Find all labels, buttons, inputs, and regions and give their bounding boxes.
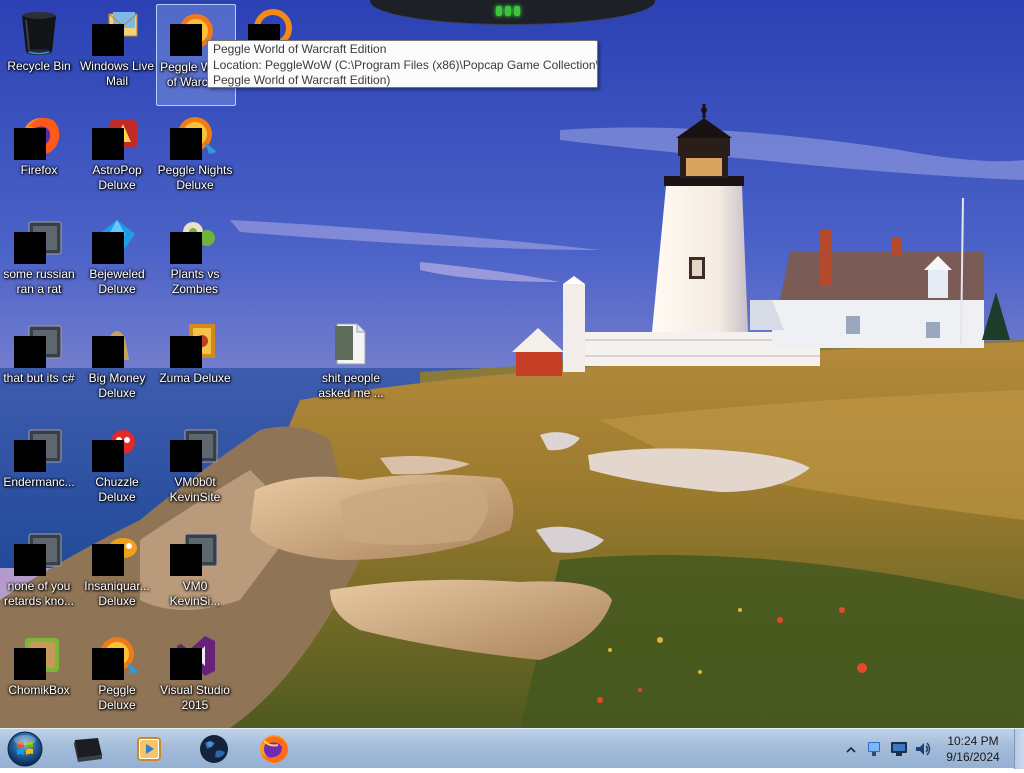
file-icon [327,320,375,368]
redaction-box [92,232,124,264]
desktop-icon-label: ChomikBox [8,683,70,697]
gadget-indicator-lights [496,6,530,16]
desktop-icon-label: Plants vs Zombies [170,267,220,296]
network-icon[interactable] [866,740,882,763]
taskbar-console-app[interactable] [62,731,114,767]
redaction-box [92,544,124,576]
desktop-icon-that-but-csharp[interactable]: that but its c# [0,316,78,416]
desktop-icon-russian-rat[interactable]: some russian ran a rat [0,212,78,312]
desktop-icon-label: Visual Studio 2015 [160,683,230,712]
desktop-icon-visual-studio[interactable]: Visual Studio 2015 [156,628,234,728]
desktop-icon-chuzzle[interactable]: Chuzzle Deluxe [78,420,156,520]
desktop-icon-label: none of you retards kno... [3,579,75,608]
tooltip-title: Peggle World of Warcraft Edition [213,42,387,56]
firefox-icon [260,735,288,763]
desktop-icon-label: VM0b0t KevinSite [169,475,221,504]
volume-icon[interactable] [914,740,932,763]
redaction-box [14,440,46,472]
desktop-icon-label: Peggle Nights Deluxe [157,163,233,192]
desktop-icon-label: Big Money Deluxe [88,371,146,400]
desktop-icon-label: AstroPop Deluxe [92,163,142,192]
desktop-icon-label: Endermanc... [3,475,75,489]
desktop-icon-none-of-you[interactable]: none of you retards kno... [0,524,78,624]
desktop-icon-label: that but its c# [3,371,75,385]
redaction-box [170,544,202,576]
desktop-icon-plants-vs-zombies[interactable]: Plants vs Zombies [156,212,234,312]
desktop-icon-label: Bejeweled Deluxe [89,267,145,296]
taskbar-clock[interactable]: 10:24 PM 9/16/2024 [934,733,1012,765]
redaction-box [170,336,202,368]
taskbar: 10:24 PM 9/16/2024 [0,728,1024,769]
redaction-box [170,440,202,472]
redaction-box [92,128,124,160]
redaction-box [14,544,46,576]
desktop-icon-label: Peggle Deluxe [98,683,136,712]
desktop-icon-label: Chuzzle Deluxe [95,475,139,504]
clock-date: 9/16/2024 [946,750,1000,764]
desktop-icon-vm0b0t[interactable]: VM0b0t KevinSite [156,420,234,520]
windows-orb-icon [7,731,43,767]
desktop-icon-label: Zuma Deluxe [159,371,231,385]
clock-time: 10:24 PM [947,734,999,748]
desktop-icon-vm0-kevinsi[interactable]: VM0 KevinSi... [156,524,234,624]
desktop-icon-insaniquarium[interactable]: Insaniquar... Deluxe [78,524,156,624]
desktop-icon-recycle-bin[interactable]: Recycle Bin [0,4,78,104]
show-hidden-chevron-icon[interactable] [846,742,856,760]
desktop-icon-shit-people[interactable]: shit people asked me ... [312,316,390,416]
taskbar-globe-app[interactable] [188,731,240,767]
desktop-icon-chomikbox[interactable]: ChomikBox [0,628,78,728]
redaction-box [92,336,124,368]
desktop-icon-big-money[interactable]: $Big Money Deluxe [78,316,156,416]
desktop-icon-peggle-deluxe[interactable]: Peggle Deluxe [78,628,156,728]
desktop-icon-label: shit people asked me ... [318,371,384,400]
desktop-icon-bejeweled[interactable]: Bejeweled Deluxe [78,212,156,312]
desktop-icon-enderman[interactable]: Endermanc... [0,420,78,520]
monitor-icon[interactable] [890,741,908,762]
icon-tooltip: Peggle World of Warcraft Edition Locatio… [207,40,598,88]
redaction-box [14,128,46,160]
desktop-icon-label: Insaniquar... Deluxe [84,579,150,608]
start-button[interactable] [5,730,45,768]
redaction-box [170,648,202,680]
desktop-icon-label: Windows Live Mail [79,59,155,88]
desktop-icon-label: VM0 KevinSi... [169,579,221,608]
redaction-box [170,232,202,264]
redaction-box [92,24,124,56]
redaction-box [170,24,202,56]
redaction-box [170,128,202,160]
recycle-bin-icon [15,8,63,56]
redaction-box [14,648,46,680]
desktop-icon-label: Recycle Bin [7,59,71,73]
desktop-icon-windows-live-mail[interactable]: Windows Live Mail [78,4,156,104]
redaction-box [92,440,124,472]
redaction-box [14,336,46,368]
globe-icon [200,735,228,763]
desktop-icon-label: Firefox [20,163,58,177]
desktop-icon-firefox[interactable]: Firefox [0,108,78,208]
desktop-icon-zuma[interactable]: Zuma Deluxe [156,316,234,416]
desktop-icon-label: some russian ran a rat [3,267,75,296]
tooltip-location-continued: Peggle World of Warcraft Edition) [213,73,391,87]
taskbar-media-player[interactable] [122,731,174,767]
console-icon [74,738,102,762]
desktop-icon-astropop[interactable]: AstroPop Deluxe [78,108,156,208]
tooltip-location: Location: PeggleWoW (C:\Program Files (x… [213,57,598,72]
media-player-icon [137,737,161,761]
show-desktop-button[interactable] [1014,729,1024,769]
redaction-box [14,232,46,264]
desktop-icon-peggle-nights[interactable]: Peggle Nights Deluxe [156,108,234,208]
redaction-box [92,648,124,680]
taskbar-firefox[interactable] [248,731,300,767]
